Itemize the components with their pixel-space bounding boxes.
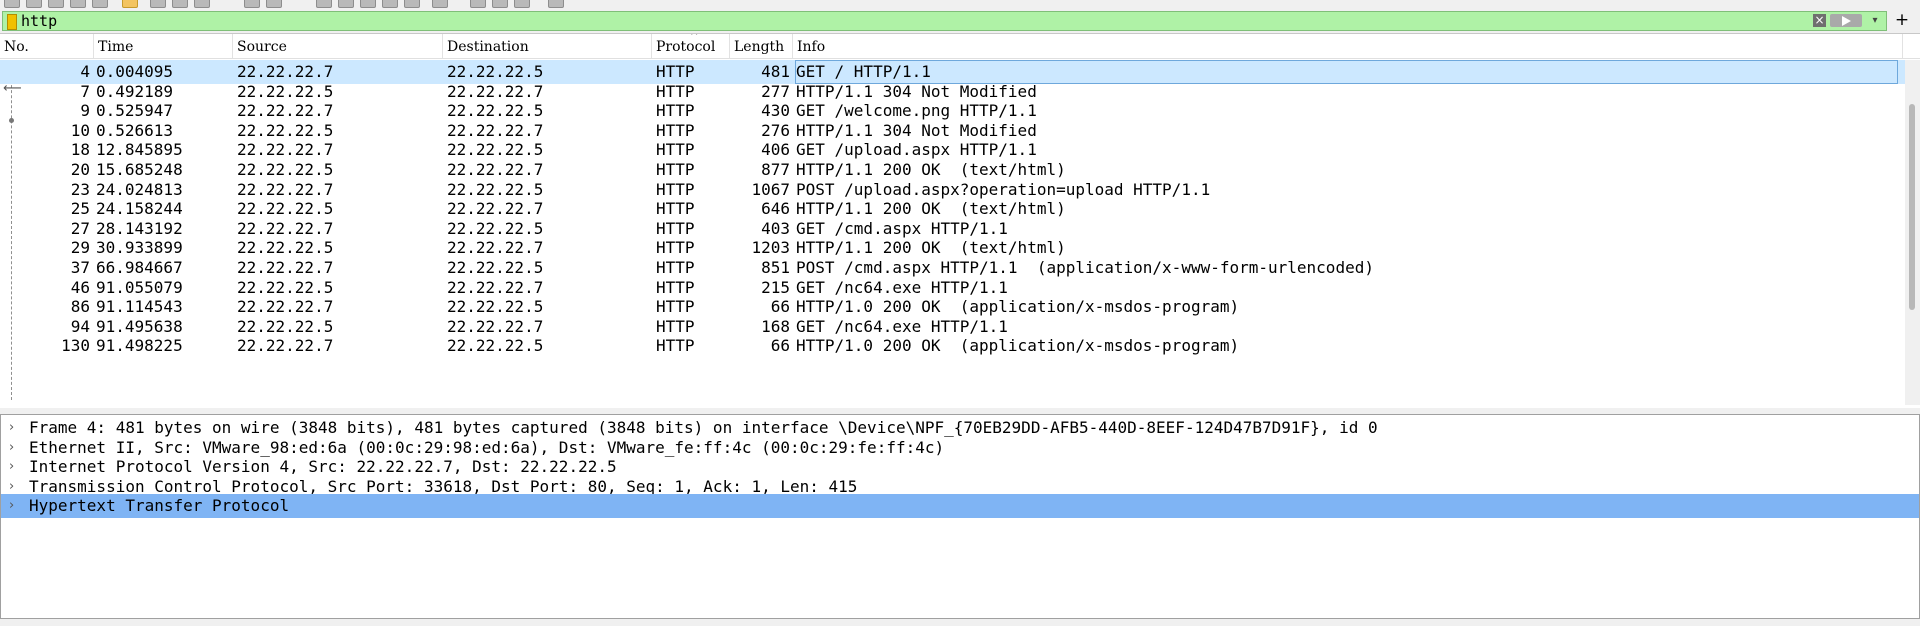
- column-header-no[interactable]: No.: [0, 34, 94, 58]
- add-filter-button[interactable]: +: [1890, 9, 1914, 31]
- toolbar-icon[interactable]: [382, 0, 398, 8]
- cell-time: 91.498225: [96, 336, 183, 356]
- folder-icon[interactable]: [122, 0, 138, 8]
- packet-list-pane: No. Time Source Destination Protocol Len…: [0, 33, 1920, 409]
- toolbar-icon[interactable]: [316, 0, 332, 8]
- expand-arrow-icon[interactable]: ›: [9, 494, 14, 518]
- toolbar-icon[interactable]: [244, 0, 260, 8]
- cell-source: 22.22.22.7: [237, 336, 334, 356]
- display-filter-bar: http × ▾ +: [0, 9, 1920, 33]
- scrollbar-thumb[interactable]: [1909, 104, 1915, 310]
- detail-tree-item[interactable]: › Hypertext Transfer Protocol: [1, 494, 1919, 519]
- packet-list-scrollbar[interactable]: [1905, 60, 1920, 405]
- clear-filter-icon[interactable]: ×: [1813, 14, 1826, 27]
- packet-row[interactable]: 130 91.498225 22.22.22.7 22.22.22.5 HTTP 66 HT…: [0, 334, 1905, 358]
- detail-tree-label: Hypertext Transfer Protocol: [29, 496, 290, 516]
- packet-list-header: No. Time Source Destination Protocol Len…: [0, 34, 1920, 59]
- bottom-strip: [0, 619, 1920, 626]
- apply-filter-button[interactable]: [1830, 14, 1862, 27]
- filter-text[interactable]: http: [21, 12, 57, 30]
- toolbar-icon[interactable]: [70, 0, 86, 8]
- toolbar-icon[interactable]: [338, 0, 354, 8]
- toolbar-icon[interactable]: [266, 0, 282, 8]
- toolbar-icon[interactable]: [432, 0, 448, 8]
- toolbar-icon[interactable]: [4, 0, 20, 8]
- main-toolbar: [0, 0, 1920, 9]
- column-header-length[interactable]: Length: [730, 34, 793, 58]
- cell-no: 130: [61, 336, 90, 356]
- toolbar-icon[interactable]: [492, 0, 508, 8]
- bookmark-icon[interactable]: [7, 14, 17, 30]
- toolbar-icon[interactable]: [172, 0, 188, 8]
- chevron-down-icon[interactable]: ▾: [1868, 14, 1882, 28]
- toolbar-icon[interactable]: [194, 0, 210, 8]
- toolbar-icon[interactable]: [150, 0, 166, 8]
- column-header-time[interactable]: Time: [94, 34, 233, 58]
- toolbar-icon[interactable]: [48, 0, 64, 8]
- toolbar-icon[interactable]: [470, 0, 486, 8]
- toolbar-icon[interactable]: [514, 0, 530, 8]
- column-header-source[interactable]: Source: [233, 34, 443, 58]
- toolbar-icon[interactable]: [360, 0, 376, 8]
- packet-details-pane: › Frame 4: 481 bytes on wire (3848 bits),…: [0, 414, 1920, 619]
- cell-protocol: HTTP: [656, 336, 695, 356]
- sort-ascending-icon: ^: [690, 33, 699, 42]
- display-filter-input[interactable]: http × ▾: [2, 11, 1887, 31]
- cell-length: 66: [770, 336, 790, 356]
- toolbar-icon[interactable]: [548, 0, 564, 8]
- toolbar-icon[interactable]: [26, 0, 42, 8]
- cell-destination: 22.22.22.5: [447, 336, 544, 356]
- column-header-destination[interactable]: Destination: [443, 34, 652, 58]
- column-header-info[interactable]: Info: [793, 34, 1903, 58]
- toolbar-icon[interactable]: [92, 0, 108, 8]
- toolbar-icon[interactable]: [404, 0, 420, 8]
- cell-info: HTTP/1.0 200 OK (application/x-msdos-pro…: [796, 336, 1240, 356]
